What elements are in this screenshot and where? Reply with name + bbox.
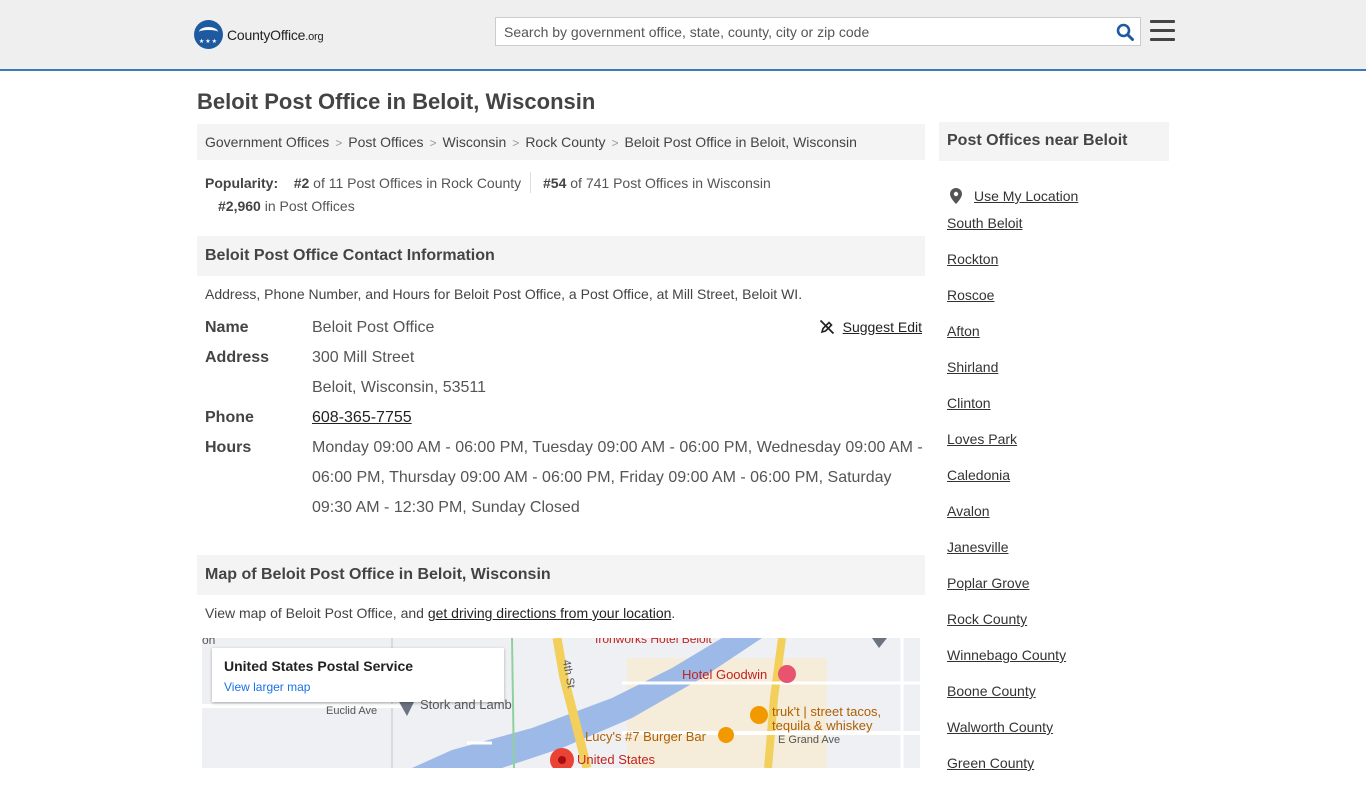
popularity-stats: Popularity: #2 of 11 Post Offices in Roc… — [205, 172, 925, 218]
top-bar: ★★★ CountyOffice.org — [0, 0, 1366, 71]
map-label-trukt-2: tequila & whiskey — [772, 718, 873, 733]
sidebar-item-winnebago-county[interactable]: Winnebago County — [947, 646, 1167, 682]
eagle-logo-icon: ★★★ — [194, 20, 223, 49]
state-rank: #54 — [543, 175, 567, 191]
hamburger-menu-icon[interactable] — [1150, 20, 1175, 42]
search-icon[interactable] — [1116, 23, 1134, 41]
sidebar-item-janesville[interactable]: Janesville — [947, 538, 1167, 574]
phone-link[interactable]: 608-365-7755 — [312, 409, 412, 426]
site-logo[interactable]: ★★★ CountyOffice.org — [194, 20, 324, 49]
sidebar-item-south-beloit[interactable]: South Beloit — [947, 214, 1167, 250]
sidebar-item-boone-county[interactable]: Boone County — [947, 682, 1167, 718]
sidebar-item-poplar-grove[interactable]: Poplar Grove — [947, 574, 1167, 610]
sidebar-item-afton[interactable]: Afton — [947, 322, 1167, 358]
map-embed[interactable]: United States Postal Service View larger… — [202, 638, 920, 768]
breadcrumb-item-current: Beloit Post Office in Beloit, Wisconsin — [624, 134, 857, 150]
popularity-label: Popularity: — [205, 175, 279, 191]
nearby-post-offices-list: Use My Location South Beloit Rockton Ros… — [947, 178, 1167, 790]
national-rank-text: in Post Offices — [264, 198, 355, 214]
address-label: Address — [205, 349, 270, 366]
map-card-title: United States Postal Service — [224, 658, 414, 674]
sidebar-item-rockton[interactable]: Rockton — [947, 250, 1167, 286]
chevron-right-icon: > — [512, 136, 520, 150]
map-label-on: on — [202, 638, 216, 647]
map-section-heading: Map of Beloit Post Office in Beloit, Wis… — [197, 555, 925, 595]
map-label-united-states: United States — [577, 752, 656, 767]
map-label-trukt-1: truk't | street tacos, — [772, 704, 882, 719]
page-title: Beloit Post Office in Beloit, Wisconsin — [197, 89, 596, 114]
breadcrumb-item-wisconsin[interactable]: Wisconsin — [443, 134, 507, 150]
chevron-right-icon: > — [429, 136, 437, 150]
view-larger-map-link[interactable]: View larger map — [224, 680, 492, 694]
map-label-stork-and-lamb: Stork and Lamb — [420, 697, 512, 712]
map-label-lucys: Lucy's #7 Burger Bar — [585, 729, 706, 744]
county-rank: #2 — [293, 175, 310, 191]
state-rank-block: #54 of 741 Post Offices in Wisconsin — [530, 172, 771, 193]
hours-text: Monday 09:00 AM - 06:00 PM, Tuesday 09:0… — [312, 439, 923, 516]
driving-directions-link[interactable]: get driving directions from your locatio… — [428, 605, 672, 621]
contact-info: Suggest Edit Name Beloit Post Office Addr… — [205, 313, 925, 523]
sidebar-item-roscoe[interactable]: Roscoe — [947, 286, 1167, 322]
map-info-card: United States Postal Service View larger… — [212, 648, 504, 702]
use-my-location-link[interactable]: Use My Location — [947, 178, 1167, 214]
breadcrumb-item-rock-county[interactable]: Rock County — [525, 134, 605, 150]
address-line2: Beloit, Wisconsin, 53511 — [312, 379, 487, 396]
pencil-off-icon — [819, 319, 834, 335]
contact-intro: Address, Phone Number, and Hours for Bel… — [205, 286, 803, 302]
sidebar-item-shirland[interactable]: Shirland — [947, 358, 1167, 394]
state-rank-text: of 741 Post Offices in Wisconsin — [570, 175, 771, 191]
phone-label: Phone — [205, 409, 254, 426]
address-line1: 300 Mill Street — [312, 349, 415, 366]
sidebar-item-loves-park[interactable]: Loves Park — [947, 430, 1167, 466]
breadcrumb: Government Offices > Post Offices > Wisconsi… — [197, 124, 925, 160]
national-rank: #2,960 — [218, 198, 261, 214]
logo-text: CountyOffice.org — [227, 26, 324, 43]
map-label-e-grand-ave: E Grand Ave — [778, 734, 841, 746]
contact-section-heading: Beloit Post Office Contact Information — [197, 236, 925, 276]
map-pin-icon — [950, 188, 962, 204]
sidebar-item-green-county[interactable]: Green County — [947, 754, 1167, 790]
county-rank-text: of 11 Post Offices in Rock County — [313, 175, 522, 191]
map-label-euclid-ave: Euclid Ave — [326, 705, 378, 717]
sidebar-item-clinton[interactable]: Clinton — [947, 394, 1167, 430]
map-intro: View map of Beloit Post Office, and get … — [205, 605, 676, 621]
chevron-right-icon: > — [611, 136, 619, 150]
search-input[interactable] — [496, 18, 1096, 45]
chevron-right-icon: > — [335, 136, 343, 150]
map-label-hotel-goodwin: Hotel Goodwin — [682, 667, 768, 682]
name-label: Name — [205, 319, 249, 336]
breadcrumb-item-government-offices[interactable]: Government Offices — [205, 134, 329, 150]
sidebar-item-walworth-county[interactable]: Walworth County — [947, 718, 1167, 754]
map-label-ironworks: Ironworks Hotel Beloit — [595, 638, 712, 646]
sidebar-heading: Post Offices near Beloit — [939, 122, 1169, 161]
sidebar-item-caledonia[interactable]: Caledonia — [947, 466, 1167, 502]
hours-label: Hours — [205, 439, 252, 456]
suggest-edit-link[interactable]: Suggest Edit — [819, 319, 922, 335]
search-box — [495, 17, 1141, 46]
sidebar-item-rock-county[interactable]: Rock County — [947, 610, 1167, 646]
sidebar-item-avalon[interactable]: Avalon — [947, 502, 1167, 538]
breadcrumb-item-post-offices[interactable]: Post Offices — [348, 134, 423, 150]
